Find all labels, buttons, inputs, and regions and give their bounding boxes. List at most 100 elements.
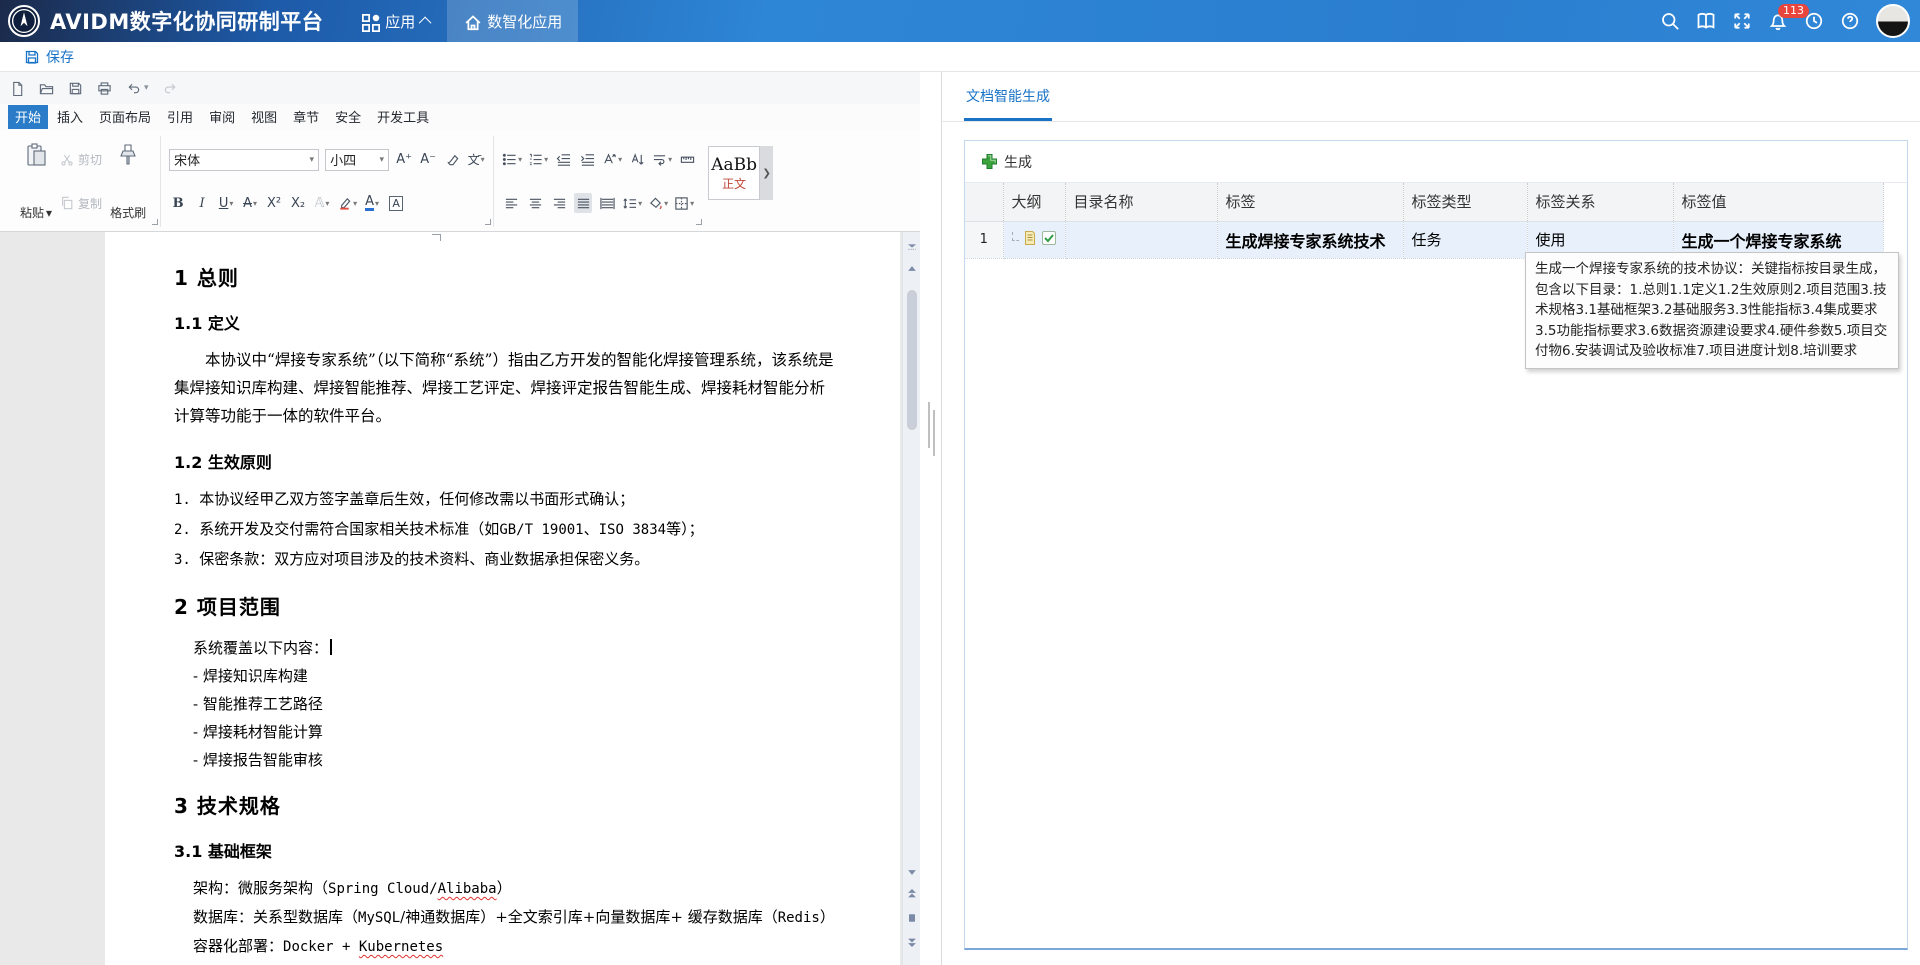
tag-cell[interactable]: 生成焊接专家系统技术 bbox=[1217, 221, 1403, 258]
redo-button[interactable] bbox=[163, 81, 178, 96]
search-icon[interactable] bbox=[1660, 11, 1680, 31]
font-size-select[interactable]: 小四▾ bbox=[325, 149, 389, 171]
document-scrollbar[interactable] bbox=[902, 232, 920, 965]
character-border-button[interactable]: A bbox=[387, 193, 405, 213]
paste-button[interactable]: 粘贴▾ bbox=[14, 138, 58, 225]
menu-tab-开始[interactable]: 开始 bbox=[8, 105, 48, 129]
justify-button[interactable] bbox=[574, 193, 592, 213]
highlight-color-button[interactable]: ▾ bbox=[337, 193, 357, 213]
outline-cell[interactable] bbox=[1003, 221, 1065, 258]
menu-tab-插入[interactable]: 插入 bbox=[50, 105, 90, 129]
style-normal-item[interactable]: AaBb 正文 bbox=[708, 146, 760, 200]
scrollbar-thumb[interactable] bbox=[907, 290, 917, 430]
column-header[interactable]: 标签 bbox=[1217, 183, 1403, 221]
select-browse-object-button[interactable] bbox=[903, 911, 920, 925]
user-avatar[interactable] bbox=[1876, 4, 1910, 38]
decrease-font-button[interactable]: A⁻ bbox=[419, 150, 437, 170]
open-file-button[interactable] bbox=[39, 81, 54, 96]
pane-splitter[interactable] bbox=[920, 72, 942, 965]
strikethrough-button[interactable]: A▾ bbox=[241, 193, 259, 213]
sort-button[interactable] bbox=[628, 150, 646, 170]
column-header[interactable]: 标签值 bbox=[1673, 183, 1883, 221]
quick-save-button[interactable] bbox=[68, 81, 83, 96]
format-painter-brush-icon bbox=[115, 142, 141, 168]
print-button[interactable] bbox=[97, 81, 112, 96]
next-page-button[interactable] bbox=[903, 935, 920, 949]
dialog-launcher-icon[interactable] bbox=[152, 219, 158, 225]
document-page[interactable]: 1 总则1.1 定义本协议中“焊接专家系统”（以下简称“系统”）指由乙方开发的智… bbox=[105, 232, 900, 965]
document-icon[interactable] bbox=[1022, 230, 1038, 250]
align-right-button[interactable] bbox=[550, 193, 568, 213]
style-gallery-expand-button[interactable]: ❯ bbox=[760, 146, 773, 200]
doc-paragraph: 数据库：关系型数据库（MySQL/神通数据库）+全文索引库+向量数据库+ 缓存数… bbox=[174, 903, 840, 932]
nav-apps-menu[interactable]: 应用 bbox=[345, 0, 447, 42]
ruler-toggle-button[interactable] bbox=[678, 150, 696, 170]
handbook-icon[interactable] bbox=[1696, 11, 1716, 31]
doc-paragraph: - 焊接耗材智能计算 bbox=[174, 718, 840, 746]
paste-clipboard-icon bbox=[23, 142, 49, 168]
column-header[interactable]: 目录名称 bbox=[1065, 183, 1217, 221]
text-direction-button[interactable]: ▾ bbox=[652, 150, 672, 170]
directory-name-cell[interactable] bbox=[1065, 221, 1217, 258]
ribbon-collapse-icon[interactable] bbox=[903, 240, 920, 254]
column-header[interactable]: 标签类型 bbox=[1403, 183, 1527, 221]
save-button[interactable]: 保存 bbox=[24, 47, 74, 67]
superscript-button[interactable]: X² bbox=[265, 193, 283, 213]
menu-tab-页面布局[interactable]: 页面布局 bbox=[92, 105, 158, 129]
column-header[interactable]: 大纲 bbox=[1003, 183, 1065, 221]
underline-button[interactable]: U▾ bbox=[217, 193, 235, 213]
document-content[interactable]: 1 总则1.1 定义本协议中“焊接专家系统”（以下简称“系统”）指由乙方开发的智… bbox=[105, 232, 900, 965]
scroll-down-arrow[interactable] bbox=[903, 865, 920, 879]
generate-button[interactable]: 生成 bbox=[981, 152, 1032, 172]
distribute-button[interactable] bbox=[598, 193, 616, 213]
align-right-icon bbox=[552, 196, 567, 211]
menu-tab-引用[interactable]: 引用 bbox=[160, 105, 200, 129]
borders-button[interactable]: ▾ bbox=[674, 193, 694, 213]
menu-tab-开发工具[interactable]: 开发工具 bbox=[370, 105, 436, 129]
previous-page-button[interactable] bbox=[903, 887, 920, 901]
scroll-up-arrow[interactable] bbox=[903, 262, 920, 276]
subscript-button[interactable]: X₂ bbox=[289, 193, 307, 213]
tag-type-cell[interactable]: 任务 bbox=[1403, 221, 1527, 258]
checked-checkbox-icon[interactable] bbox=[1041, 230, 1057, 250]
tab-doc-smart-generation[interactable]: 文档智能生成 bbox=[964, 86, 1052, 121]
history-clock-icon[interactable] bbox=[1804, 11, 1824, 31]
align-center-button[interactable] bbox=[526, 193, 544, 213]
numbered-list-button[interactable]: ▾ bbox=[528, 150, 548, 170]
cut-button[interactable]: 剪切 bbox=[60, 151, 102, 168]
dialog-launcher-icon[interactable] bbox=[696, 219, 702, 225]
text-effects-button[interactable]: 𝔸▾ bbox=[313, 193, 331, 213]
menu-tab-审阅[interactable]: 审阅 bbox=[202, 105, 242, 129]
line-spacing-button[interactable]: ▾ bbox=[622, 193, 642, 213]
bullet-list-button[interactable]: ▾ bbox=[502, 150, 522, 170]
character-scale-button[interactable]: ▾ bbox=[602, 150, 622, 170]
notifications-bell-icon[interactable]: 113 bbox=[1768, 11, 1788, 31]
pinyin-guide-button[interactable]: 文̄▾ bbox=[467, 150, 485, 170]
menu-tab-安全[interactable]: 安全 bbox=[328, 105, 368, 129]
font-color-button[interactable]: A▾ bbox=[363, 193, 381, 213]
nav-home-app[interactable]: 数智化应用 bbox=[447, 0, 578, 42]
clear-format-button[interactable] bbox=[443, 150, 461, 170]
italic-button[interactable]: I bbox=[193, 193, 211, 213]
bold-button[interactable]: B bbox=[169, 193, 187, 213]
smart-generation-pane: 文档智能生成 生成 大纲目录名称标签标签类型标签关系标签值 1生成焊接专家系统技… bbox=[942, 72, 1920, 965]
decrease-indent-button[interactable] bbox=[554, 150, 572, 170]
increase-indent-button[interactable] bbox=[578, 150, 596, 170]
new-document-button[interactable] bbox=[10, 81, 25, 96]
column-header[interactable]: 标签关系 bbox=[1527, 183, 1673, 221]
menu-tab-章节[interactable]: 章节 bbox=[286, 105, 326, 129]
document-canvas[interactable]: 1 总则1.1 定义本协议中“焊接专家系统”（以下简称“系统”）指由乙方开发的智… bbox=[0, 232, 920, 965]
font-name-select[interactable]: 宋体▾ bbox=[169, 149, 319, 171]
doc-paragraph: 1. 本协议经甲乙双方签字盖章后生效，任何修改需以书面形式确认； bbox=[174, 485, 840, 515]
menu-tab-视图[interactable]: 视图 bbox=[244, 105, 284, 129]
format-painter-button[interactable]: 格式刷 bbox=[104, 138, 152, 225]
increase-font-button[interactable]: A⁺ bbox=[395, 150, 413, 170]
fullscreen-icon[interactable] bbox=[1732, 11, 1752, 31]
help-icon[interactable] bbox=[1840, 11, 1860, 31]
undo-button[interactable]: ▾ bbox=[126, 81, 149, 96]
align-left-button[interactable] bbox=[502, 193, 520, 213]
dialog-launcher-icon[interactable] bbox=[485, 219, 491, 225]
printer-icon bbox=[97, 81, 112, 96]
copy-button[interactable]: 复制 bbox=[60, 195, 102, 212]
shading-button[interactable]: ▾ bbox=[648, 193, 668, 213]
